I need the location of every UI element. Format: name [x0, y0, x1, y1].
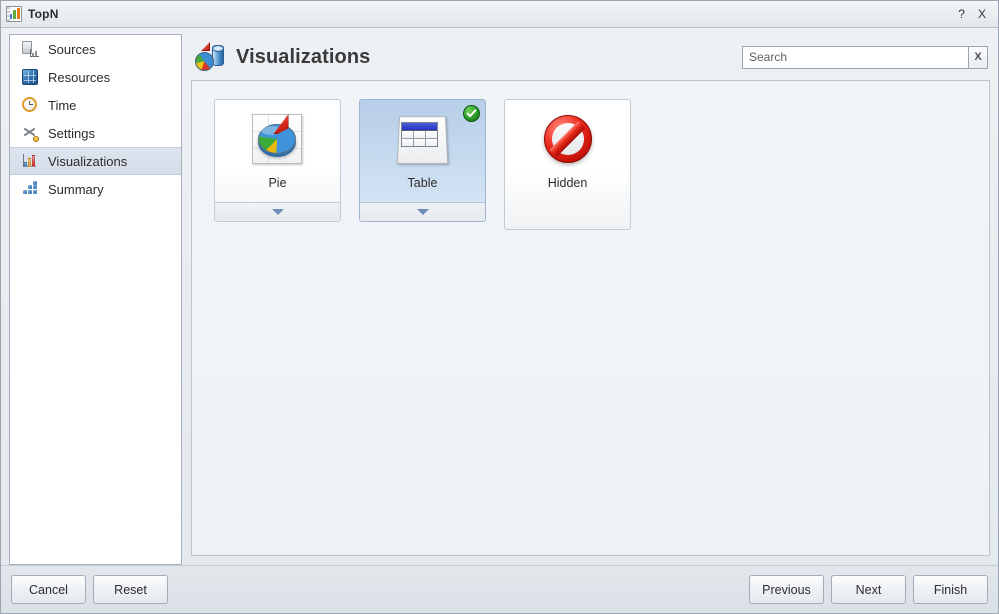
- visualization-card-pie[interactable]: Pie: [214, 99, 341, 222]
- blocks-grid-icon: [21, 180, 39, 198]
- cancel-button[interactable]: Cancel: [11, 575, 86, 604]
- next-button[interactable]: Next: [831, 575, 906, 604]
- window-titlebar: TopN ? X: [1, 1, 998, 28]
- card-label: Pie: [268, 176, 287, 190]
- reset-button[interactable]: Reset: [93, 575, 168, 604]
- sidebar-item-summary[interactable]: Summary: [10, 175, 181, 203]
- card-body: Table: [360, 100, 485, 202]
- topn-window: TopN ? X Sources Resources Time Settings…: [0, 0, 999, 614]
- navigation-sidebar: Sources Resources Time Settings Visualiz…: [9, 34, 182, 565]
- footer-left-buttons: Cancel Reset: [11, 575, 168, 604]
- content-header: Visualizations X: [191, 34, 990, 80]
- bar-chart-icon: [21, 152, 39, 170]
- sidebar-item-sources[interactable]: Sources: [10, 35, 181, 63]
- resources-cube-icon: [21, 68, 39, 86]
- chevron-down-icon: [416, 209, 429, 215]
- search-input[interactable]: [742, 45, 968, 69]
- help-button[interactable]: ?: [958, 8, 965, 20]
- sources-icon: [21, 40, 39, 58]
- sidebar-item-label: Time: [48, 97, 77, 113]
- page-title: Visualizations: [236, 45, 371, 68]
- chevron-down-icon: [271, 209, 284, 215]
- card-expander-table[interactable]: [360, 202, 485, 221]
- scissors-tool-icon: [21, 124, 39, 142]
- sidebar-item-resources[interactable]: Resources: [10, 63, 181, 91]
- prohibition-sign-icon: [539, 110, 597, 168]
- sidebar-item-settings[interactable]: Settings: [10, 119, 181, 147]
- visualization-card-hidden[interactable]: Hidden: [504, 99, 631, 230]
- dialog-footer: Cancel Reset Previous Next Finish: [1, 565, 998, 613]
- search-box: X: [742, 45, 988, 69]
- sidebar-item-label: Sources: [48, 41, 96, 57]
- clock-icon: [21, 96, 39, 114]
- check-circle-icon: [463, 105, 480, 122]
- content-area: Visualizations X: [182, 34, 990, 565]
- close-button[interactable]: X: [978, 8, 986, 20]
- footer-right-buttons: Previous Next Finish: [749, 575, 988, 604]
- window-title: TopN: [28, 7, 59, 21]
- titlebar-left: TopN: [6, 6, 59, 22]
- sidebar-item-visualizations[interactable]: Visualizations: [10, 147, 181, 175]
- finish-button[interactable]: Finish: [913, 575, 988, 604]
- table-grid-icon: [394, 110, 452, 168]
- pie-chart-3d-icon: [249, 110, 307, 168]
- card-label: Table: [407, 176, 438, 190]
- card-body: Hidden: [505, 100, 630, 229]
- visualization-cards-panel: Pie Table Hidden: [191, 80, 990, 556]
- window-body: Sources Resources Time Settings Visualiz…: [1, 28, 998, 565]
- card-body: Pie: [215, 100, 340, 202]
- sidebar-item-label: Visualizations: [48, 153, 128, 169]
- titlebar-buttons: ? X: [958, 8, 992, 20]
- sidebar-item-label: Summary: [48, 181, 104, 197]
- card-label: Hidden: [547, 176, 588, 190]
- sidebar-item-time[interactable]: Time: [10, 91, 181, 119]
- previous-button[interactable]: Previous: [749, 575, 824, 604]
- sidebar-item-label: Settings: [48, 125, 95, 141]
- bar-chart-icon: [6, 6, 22, 22]
- card-expander-pie[interactable]: [215, 202, 340, 221]
- pie-cylinder-3d-icon: [195, 42, 225, 73]
- close-icon: X: [974, 51, 982, 63]
- visualization-card-table[interactable]: Table: [359, 99, 486, 222]
- sidebar-item-label: Resources: [48, 69, 111, 85]
- search-clear-button[interactable]: X: [968, 45, 988, 69]
